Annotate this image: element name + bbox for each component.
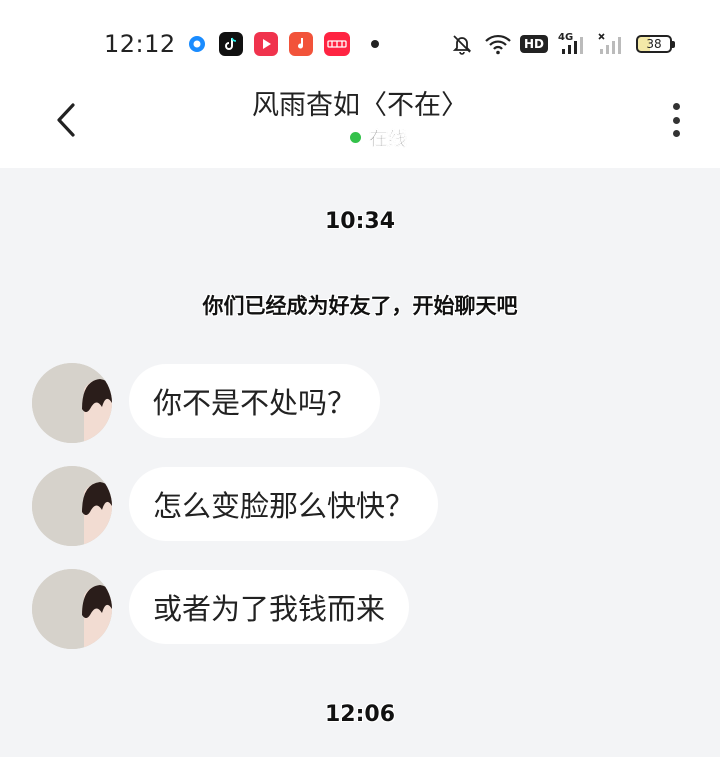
- wifi-icon: [483, 30, 513, 58]
- signal-type-label: 4G: [558, 32, 574, 43]
- avatar[interactable]: [32, 466, 112, 546]
- system-message: 你们已经成为好友了，开始聊天吧: [202, 294, 518, 318]
- avatar-image: [32, 363, 112, 443]
- avatar[interactable]: [32, 569, 112, 649]
- tiktok-icon: [219, 32, 243, 56]
- battery-level: 38: [646, 37, 662, 51]
- avatar[interactable]: [32, 363, 112, 443]
- no-signal-icon: [596, 30, 626, 58]
- xiaohongshu-icon: [324, 32, 350, 56]
- message-bubble[interactable]: 或者为了我钱而来: [129, 570, 410, 644]
- message-bubble[interactable]: 你不是不处吗？: [129, 364, 381, 438]
- chat-header: 风雨杳如〈不在〉 在线: [0, 88, 720, 168]
- mute-bell-icon: [450, 30, 474, 58]
- more-dot: [672, 116, 680, 124]
- online-status: 在线: [350, 124, 407, 150]
- online-status-label: 在线: [369, 127, 408, 150]
- avatar-image: [32, 466, 112, 546]
- hd-icon: HD: [520, 30, 549, 58]
- online-dot-icon: [350, 131, 361, 143]
- contact-name: 风雨杳如〈不在〉: [252, 90, 468, 121]
- status-time: 12:12: [104, 30, 176, 58]
- message-bubble[interactable]: 怎么变脸那么快快？: [129, 467, 439, 541]
- more-dot: [672, 103, 680, 110]
- battery-icon: 38: [636, 35, 675, 53]
- chat-timestamp: 12:06: [324, 702, 396, 727]
- more-options-button[interactable]: [660, 100, 692, 140]
- chat-timestamp: 10:34: [324, 209, 396, 234]
- status-bar: 12:12 HD 4G 38: [0, 0, 720, 88]
- music-icon: [289, 32, 313, 56]
- avatar-image: [32, 569, 112, 649]
- notification-dot: [371, 40, 379, 48]
- more-dot: [672, 130, 680, 137]
- video-icon: [254, 32, 278, 56]
- browser-icon: [185, 32, 209, 56]
- hd-label: HD: [520, 35, 549, 53]
